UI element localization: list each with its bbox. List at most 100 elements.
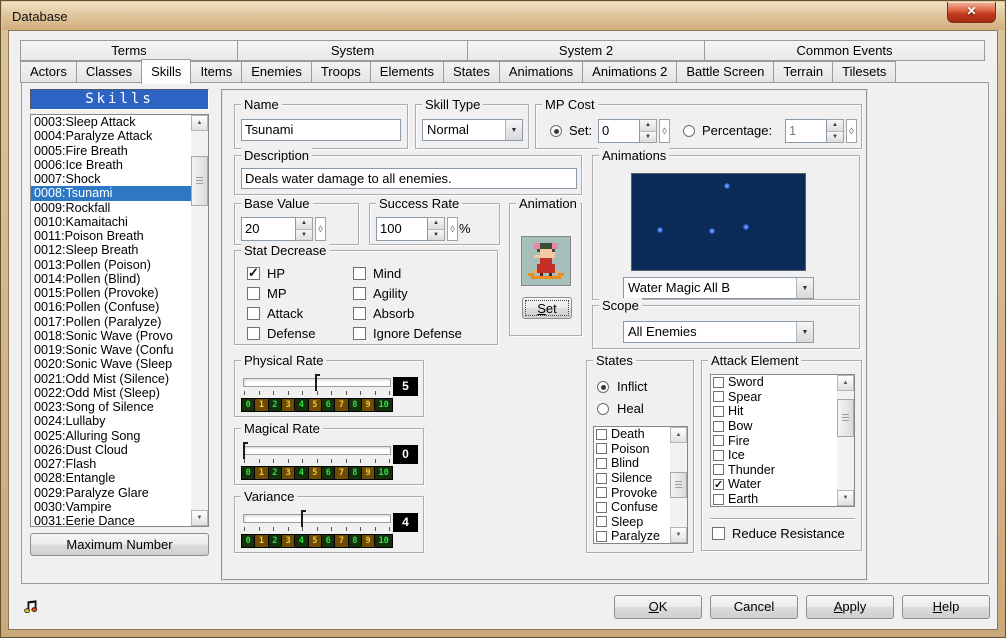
scroll-up-icon[interactable]: ▲ [191, 115, 208, 131]
state-item[interactable]: Blind [594, 456, 670, 471]
tab-animations-2[interactable]: Animations 2 [582, 61, 677, 83]
tab-items[interactable]: Items [190, 61, 242, 83]
mp-set-value[interactable]: 0 [598, 119, 640, 143]
state-item[interactable]: Death [594, 427, 670, 442]
scroll-down-icon[interactable]: ▼ [837, 490, 854, 506]
checkbox-poison[interactable] [596, 443, 607, 454]
checkbox-ignore-defense[interactable] [353, 327, 366, 340]
base-value-input[interactable]: 20 [241, 217, 296, 241]
state-item[interactable]: Silence [594, 471, 670, 486]
titlebar[interactable]: Database ✕ [2, 2, 1004, 30]
skills-list-item[interactable]: 0013:Pollen (Poison) [31, 258, 191, 272]
scrollbar-thumb[interactable] [191, 156, 208, 206]
scrollbar-thumb[interactable] [670, 472, 687, 498]
attack-element-scrollbar[interactable]: ▲ ▼ [837, 375, 854, 506]
reduce-resistance-checkbox[interactable] [712, 527, 725, 540]
close-button[interactable]: ✕ [947, 2, 996, 23]
physical-rate-slider-thumb[interactable] [315, 374, 317, 391]
scroll-up-icon[interactable]: ▲ [837, 375, 854, 391]
spin-updown-icon[interactable]: ▲▼ [296, 217, 313, 241]
spin-diamond-icon[interactable]: ◊ [659, 119, 670, 143]
element-item[interactable]: Fire [711, 433, 837, 448]
skills-list-item[interactable]: 0012:Sleep Breath [31, 243, 191, 257]
checkbox-silence[interactable] [596, 473, 607, 484]
variance-slider[interactable] [243, 514, 391, 523]
tab-skills[interactable]: Skills [141, 59, 191, 84]
checkbox-agility[interactable] [353, 287, 366, 300]
scroll-down-icon[interactable]: ▼ [670, 527, 687, 543]
checkbox-water[interactable] [713, 479, 724, 490]
tab-enemies[interactable]: Enemies [241, 61, 312, 83]
skills-list-item[interactable]: 0023:Song of Silence [31, 400, 191, 414]
tab-terms[interactable]: Terms [20, 40, 238, 61]
skills-list-item[interactable]: 0011:Poison Breath [31, 229, 191, 243]
skills-list-item[interactable]: 0017:Pollen (Paralyze) [31, 315, 191, 329]
checkbox-hit[interactable] [713, 406, 724, 417]
apply-button[interactable]: Apply [806, 595, 894, 619]
element-item[interactable]: Earth [711, 492, 837, 507]
checkbox-defense[interactable] [247, 327, 260, 340]
tab-system[interactable]: System [237, 40, 468, 61]
ok-button[interactable]: OK [614, 595, 702, 619]
chevron-down-icon[interactable]: ▼ [505, 120, 522, 140]
tab-terrain[interactable]: Terrain [773, 61, 833, 83]
skills-list-item[interactable]: 0008:Tsunami [31, 186, 191, 200]
checkbox-fire[interactable] [713, 435, 724, 446]
checkbox-ice[interactable] [713, 450, 724, 461]
mp-percentage-radio[interactable] [683, 125, 695, 137]
checkbox-paralyze[interactable] [596, 531, 607, 542]
success-rate-input[interactable]: 100 [376, 217, 428, 241]
spin-updown-icon[interactable]: ▲▼ [640, 119, 657, 143]
element-item[interactable]: Thunder [711, 463, 837, 478]
skills-list-item[interactable]: 0029:Paralyze Glare [31, 486, 191, 500]
element-item[interactable]: Hit [711, 404, 837, 419]
skill-type-dropdown[interactable]: Normal ▼ [422, 119, 523, 141]
skills-list-item[interactable]: 0031:Eerie Dance [31, 514, 191, 526]
cancel-button[interactable]: Cancel [710, 595, 798, 619]
skills-listbox[interactable]: 0003:Sleep Attack0004:Paralyze Attack000… [30, 114, 209, 527]
element-item[interactable]: Water [711, 477, 837, 492]
spin-updown-icon[interactable]: ▲▼ [428, 217, 445, 241]
magical-rate-slider[interactable] [243, 446, 391, 455]
tab-battle-screen[interactable]: Battle Screen [676, 61, 774, 83]
tab-animations[interactable]: Animations [499, 61, 583, 83]
skills-list-item[interactable]: 0026:Dust Cloud [31, 443, 191, 457]
checkbox-provoke[interactable] [596, 487, 607, 498]
checkbox-earth[interactable] [713, 494, 724, 505]
mp-percentage-value[interactable]: 1 [785, 119, 827, 143]
heal-radio[interactable] [597, 403, 609, 415]
checkbox-hp[interactable] [247, 267, 260, 280]
tab-system-2[interactable]: System 2 [467, 40, 705, 61]
maximum-number-button[interactable]: Maximum Number [30, 533, 209, 556]
animations-dropdown[interactable]: Water Magic All B ▼ [623, 277, 814, 299]
skills-list-item[interactable]: 0024:Lullaby [31, 414, 191, 428]
set-animation-button[interactable]: Set [522, 297, 572, 319]
skills-list-item[interactable]: 0027:Flash [31, 457, 191, 471]
chevron-down-icon[interactable]: ▼ [796, 278, 813, 298]
skills-list-item[interactable]: 0022:Odd Mist (Sleep) [31, 386, 191, 400]
state-item[interactable]: Paralyze [594, 529, 670, 544]
element-item[interactable]: Sword [711, 375, 837, 390]
inflict-radio[interactable] [597, 381, 609, 393]
tab-common-events[interactable]: Common Events [704, 40, 985, 61]
skills-list-item[interactable]: 0015:Pollen (Provoke) [31, 286, 191, 300]
spin-diamond-icon[interactable]: ◊ [447, 217, 458, 241]
skills-scrollbar[interactable]: ▲ ▼ [191, 115, 208, 526]
checkbox-sleep[interactable] [596, 516, 607, 527]
scrollbar-thumb[interactable] [837, 399, 854, 437]
skills-list-item[interactable]: 0014:Pollen (Blind) [31, 272, 191, 286]
skills-list-item[interactable]: 0016:Pollen (Confuse) [31, 300, 191, 314]
skills-list-item[interactable]: 0018:Sonic Wave (Provo [31, 329, 191, 343]
spin-diamond-icon[interactable]: ◊ [315, 217, 326, 241]
state-item[interactable]: Poison [594, 442, 670, 457]
checkbox-bow[interactable] [713, 421, 724, 432]
skills-list-item[interactable]: 0007:Shock [31, 172, 191, 186]
skills-list-item[interactable]: 0019:Sonic Wave (Confu [31, 343, 191, 357]
states-scrollbar[interactable]: ▲ ▼ [670, 427, 687, 543]
variance-slider-thumb[interactable] [301, 510, 303, 527]
scroll-down-icon[interactable]: ▼ [191, 510, 208, 526]
checkbox-confuse[interactable] [596, 502, 607, 513]
skills-list-item[interactable]: 0021:Odd Mist (Silence) [31, 372, 191, 386]
skills-list-item[interactable]: 0005:Fire Breath [31, 144, 191, 158]
tab-tilesets[interactable]: Tilesets [832, 61, 896, 83]
